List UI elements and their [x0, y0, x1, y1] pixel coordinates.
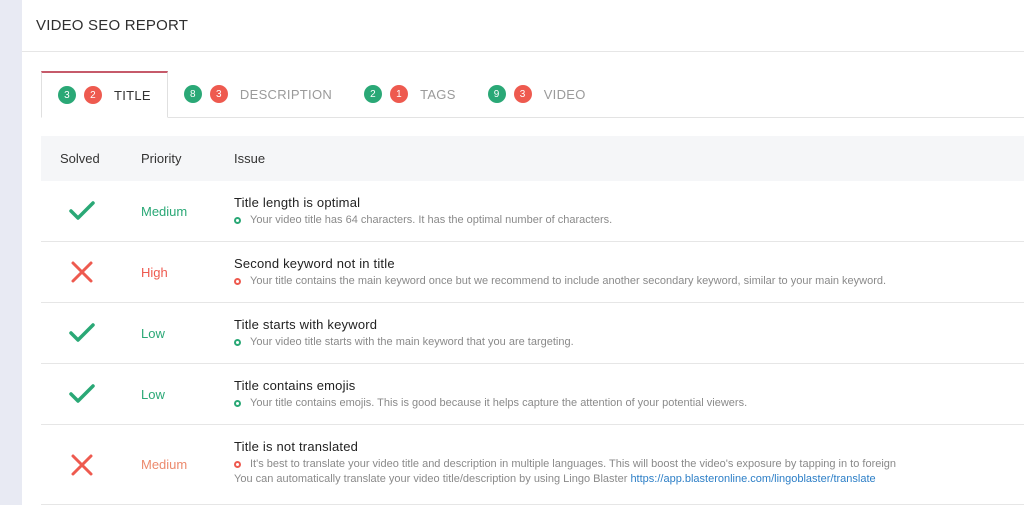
- issue-description-text: Your title contains emojis. This is good…: [250, 397, 748, 409]
- issue-description-extra-text: You can automatically translate your vid…: [234, 473, 628, 485]
- table-row: Medium Title length is optimal Your vide…: [41, 181, 1024, 242]
- table-row: Low Title contains emojis Your title con…: [41, 364, 1024, 425]
- panel-header: VIDEO SEO REPORT: [22, 0, 1024, 52]
- solved-count-badge: 2: [364, 85, 383, 103]
- solved-count-badge: 9: [487, 85, 506, 103]
- seo-report-panel: VIDEO SEO REPORT 3 2 TITLE 8 3 DESCRIPTI…: [22, 0, 1024, 505]
- status-dot-icon: [234, 216, 241, 224]
- issue-cell: Title contains emojis Your title contain…: [216, 364, 1024, 424]
- issue-title: Title is not translated: [234, 439, 359, 454]
- left-gutter: [0, 0, 22, 505]
- solved-count-badge: 3: [58, 86, 76, 104]
- issue-description: Your video title starts with the main ke…: [234, 336, 1024, 348]
- issue-title: Second keyword not in title: [234, 256, 395, 271]
- table-header: Solved Priority Issue: [41, 136, 1024, 181]
- issue-title: Title length is optimal: [234, 195, 361, 210]
- checkmark-icon: [69, 201, 95, 220]
- lingo-blaster-link[interactable]: https://app.blasteronline.com/lingoblast…: [630, 473, 875, 485]
- tab-bar: 3 2 TITLE 8 3 DESCRIPTION 2 1 TAGS 9 3 V…: [41, 71, 1024, 118]
- solved-count-badge: 8: [183, 85, 202, 103]
- status-dot-icon: [234, 399, 241, 407]
- issue-description: Your video title has 64 characters. It h…: [234, 214, 1024, 226]
- tab-label: VIDEO: [543, 86, 586, 102]
- issue-count-badge: 2: [84, 86, 102, 104]
- solved-cell: [41, 242, 123, 302]
- tab-title[interactable]: 3 2 TITLE: [41, 71, 168, 118]
- issue-count-badge: 3: [209, 85, 228, 103]
- tab-description[interactable]: 8 3 DESCRIPTION: [168, 71, 348, 117]
- solved-cell: [41, 425, 123, 504]
- issues-table: Solved Priority Issue Medium Title lengt…: [41, 136, 1024, 505]
- column-header-issue: Issue: [234, 151, 266, 166]
- priority-label: Medium: [141, 203, 188, 219]
- priority-label: Low: [141, 325, 165, 341]
- issue-count-badge: 1: [390, 85, 409, 103]
- tab-tags[interactable]: 2 1 TAGS: [348, 71, 472, 117]
- issue-cell: Title starts with keyword Your video tit…: [216, 303, 1024, 363]
- issue-description-text: Your video title starts with the main ke…: [250, 336, 574, 348]
- page-title: VIDEO SEO REPORT: [36, 17, 189, 34]
- priority-label: Medium: [141, 457, 188, 472]
- issue-description-text: It's best to translate your video title …: [250, 458, 897, 470]
- issue-count-badge: 3: [513, 85, 532, 103]
- issue-cell: Second keyword not in title Your title c…: [216, 242, 1024, 302]
- cross-icon: [71, 261, 93, 283]
- table-row: Medium Title is not translated It's best…: [41, 425, 1024, 505]
- tab-label: TAGS: [420, 86, 456, 102]
- column-header-solved: Solved: [60, 151, 100, 166]
- issue-title: Title contains emojis: [234, 378, 356, 393]
- priority-label: Low: [141, 386, 165, 402]
- issue-title: Title starts with keyword: [234, 317, 378, 332]
- priority-label: High: [141, 264, 168, 280]
- column-header-priority: Priority: [141, 151, 182, 166]
- solved-cell: [41, 181, 123, 241]
- table-row: Low Title starts with keyword Your video…: [41, 303, 1024, 364]
- solved-cell: [41, 303, 123, 363]
- checkmark-icon: [69, 384, 95, 403]
- issue-description: Your title contains emojis. This is good…: [234, 397, 1024, 409]
- tab-label: DESCRIPTION: [239, 86, 333, 102]
- cross-icon: [71, 454, 93, 475]
- tab-label: TITLE: [114, 87, 151, 103]
- issue-description-extra: You can automatically translate your vid…: [234, 473, 1024, 485]
- solved-cell: [41, 364, 123, 424]
- status-dot-icon: [234, 338, 241, 346]
- issue-cell: Title is not translated It's best to tra…: [216, 425, 1024, 504]
- issue-description: It's best to translate your video title …: [234, 458, 1024, 470]
- issue-description-text: Your title contains the main keyword onc…: [250, 275, 887, 287]
- issue-description: Your title contains the main keyword onc…: [234, 275, 1024, 287]
- checkmark-icon: [69, 323, 95, 342]
- status-dot-icon: [234, 277, 241, 285]
- issue-cell: Title length is optimal Your video title…: [216, 181, 1024, 241]
- issue-description-text: Your video title has 64 characters. It h…: [250, 214, 613, 226]
- status-dot-icon: [234, 460, 241, 468]
- tab-video[interactable]: 9 3 VIDEO: [472, 71, 602, 117]
- table-row: High Second keyword not in title Your ti…: [41, 242, 1024, 303]
